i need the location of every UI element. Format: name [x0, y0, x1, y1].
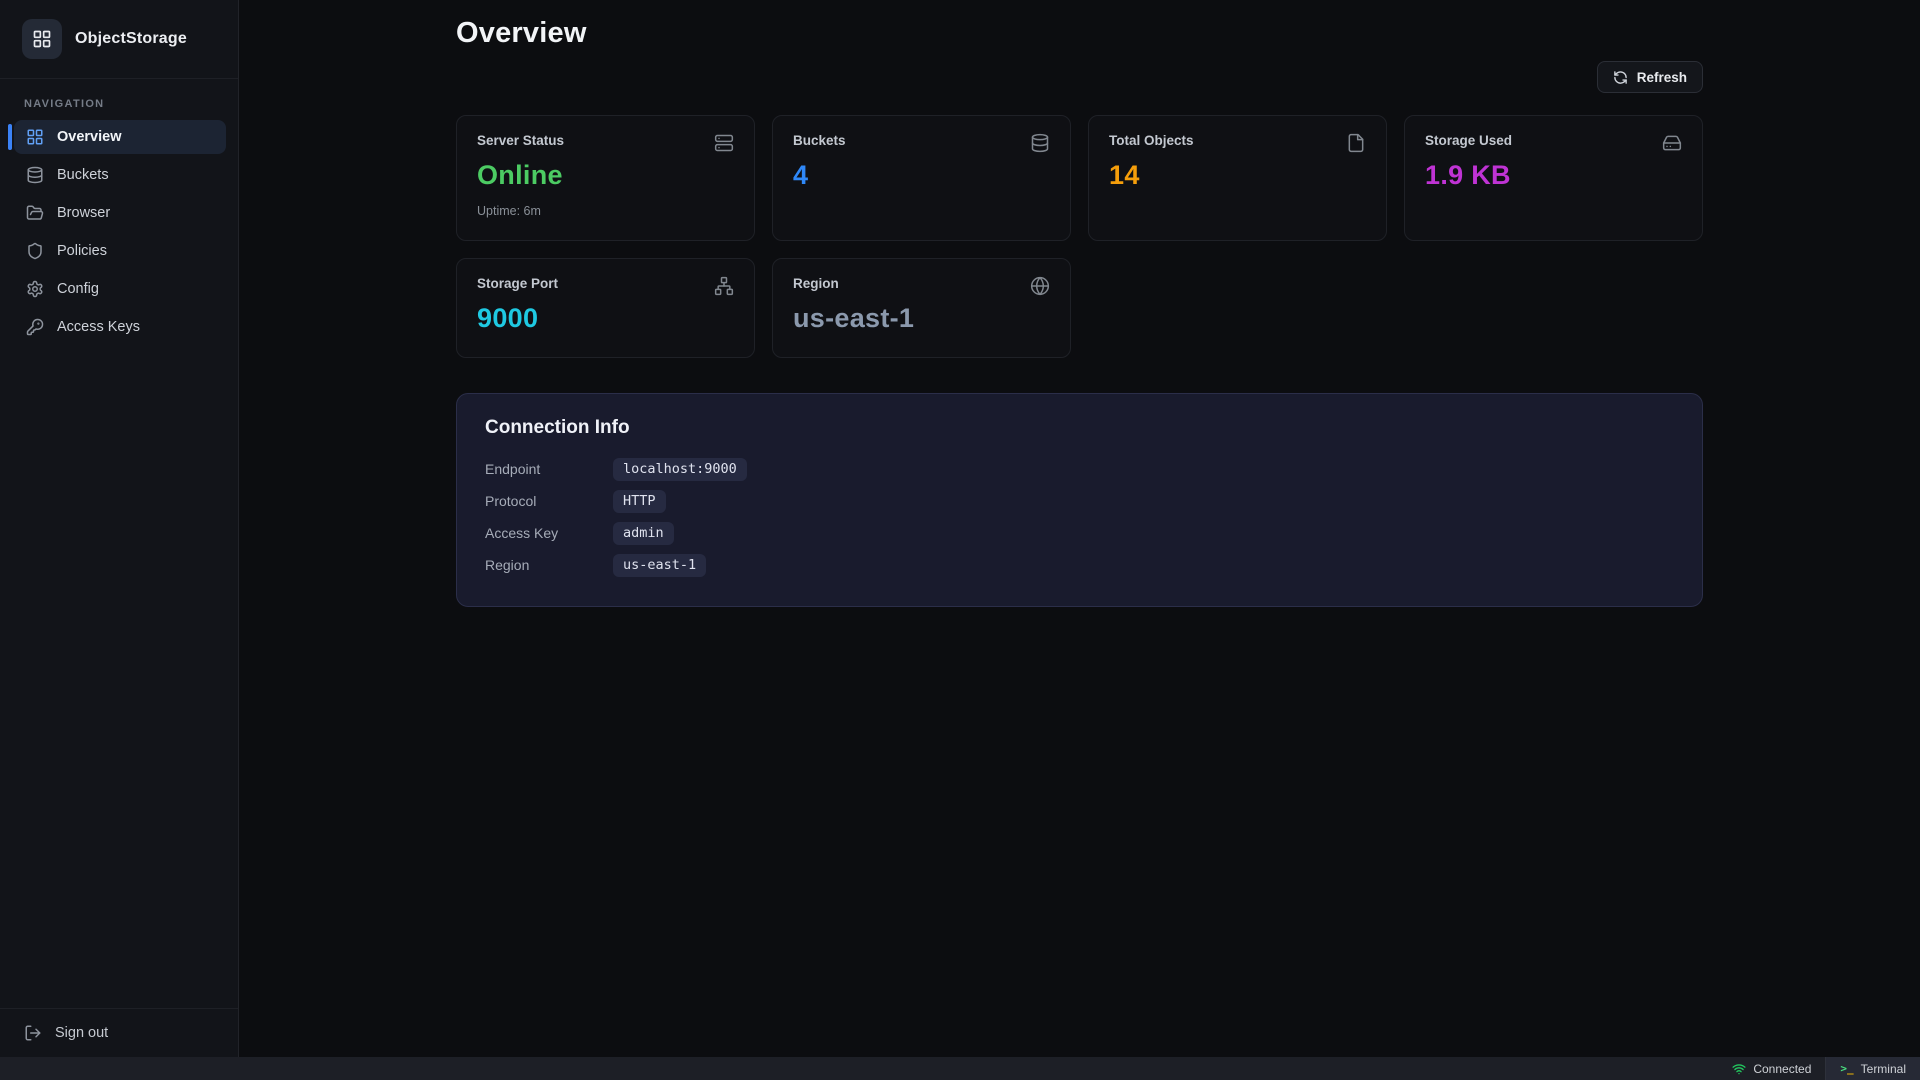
- connection-row-value: admin: [613, 522, 674, 545]
- connection-row-label: Endpoint: [485, 461, 613, 477]
- card-label: Storage Port: [477, 276, 558, 291]
- card-value: 4: [793, 160, 1050, 191]
- shield-icon: [26, 242, 44, 260]
- sidebar-item-overview[interactable]: Overview: [14, 120, 226, 154]
- card-label: Storage Used: [1425, 133, 1512, 148]
- card-buckets: Buckets 4: [772, 115, 1071, 241]
- connection-row-label: Protocol: [485, 493, 613, 509]
- database-icon: [1030, 133, 1050, 153]
- sign-out-button[interactable]: Sign out: [0, 1008, 238, 1057]
- sidebar-item-policies[interactable]: Policies: [14, 234, 226, 268]
- connection-row-value: us-east-1: [613, 554, 706, 577]
- card-label: Region: [793, 276, 839, 291]
- file-icon: [1346, 133, 1366, 153]
- sidebar-nav: Overview Buckets Browser Policies: [0, 120, 238, 1008]
- stat-cards-grid: Server Status Online Uptime: 6m Buckets: [456, 115, 1703, 358]
- sidebar-item-label: Policies: [57, 243, 107, 259]
- grid-logo-icon: [22, 19, 62, 59]
- app-window: ObjectStorage NAVIGATION Overview Bucket…: [0, 0, 1920, 1057]
- network-icon: [714, 276, 734, 296]
- sidebar-item-label: Access Keys: [57, 319, 140, 335]
- terminal-label: Terminal: [1861, 1062, 1906, 1076]
- grid-icon: [26, 128, 44, 146]
- connection-row-label: Access Key: [485, 525, 613, 541]
- card-server-status: Server Status Online Uptime: 6m: [456, 115, 755, 241]
- card-label: Total Objects: [1109, 133, 1194, 148]
- card-storage-used: Storage Used 1.9 KB: [1404, 115, 1703, 241]
- connection-row-protocol: Protocol HTTP: [485, 488, 1674, 514]
- sign-out-label: Sign out: [55, 1025, 108, 1041]
- connection-info-title: Connection Info: [485, 417, 1674, 439]
- connection-status: Connected: [1718, 1057, 1825, 1080]
- card-subtext: Uptime: 6m: [477, 204, 734, 218]
- card-label: Server Status: [477, 133, 564, 148]
- connection-row-endpoint: Endpoint localhost:9000: [485, 456, 1674, 482]
- card-value: 1.9 KB: [1425, 160, 1682, 191]
- refresh-icon: [1613, 70, 1628, 85]
- connection-row-region: Region us-east-1: [485, 552, 1674, 578]
- card-storage-port: Storage Port 9000: [456, 258, 755, 358]
- toolbar: Refresh: [456, 61, 1703, 93]
- terminal-button[interactable]: >_ Terminal: [1826, 1057, 1920, 1080]
- sidebar-item-access-keys[interactable]: Access Keys: [14, 310, 226, 344]
- sidebar-item-browser[interactable]: Browser: [14, 196, 226, 230]
- card-label: Buckets: [793, 133, 846, 148]
- globe-icon: [1030, 276, 1050, 296]
- wifi-icon: [1732, 1062, 1746, 1076]
- key-icon: [26, 318, 44, 336]
- logout-icon: [24, 1024, 42, 1042]
- sidebar: ObjectStorage NAVIGATION Overview Bucket…: [0, 0, 239, 1057]
- connection-row-value: HTTP: [613, 490, 666, 513]
- connection-status-label: Connected: [1753, 1062, 1811, 1076]
- connection-row-value: localhost:9000: [613, 458, 747, 481]
- refresh-label: Refresh: [1637, 70, 1687, 85]
- server-icon: [714, 133, 734, 153]
- sidebar-item-label: Buckets: [57, 167, 109, 183]
- sidebar-item-label: Overview: [57, 129, 122, 145]
- nav-section-label: NAVIGATION: [24, 98, 214, 110]
- card-value: Online: [477, 160, 734, 191]
- card-value: 14: [1109, 160, 1366, 191]
- connection-row-label: Region: [485, 557, 613, 573]
- app-title: ObjectStorage: [75, 30, 187, 48]
- folder-icon: [26, 204, 44, 222]
- database-icon: [26, 166, 44, 184]
- connection-info-panel: Connection Info Endpoint localhost:9000 …: [456, 393, 1703, 607]
- main-panel: Overview Refresh Server Status: [239, 0, 1920, 1057]
- sidebar-item-label: Browser: [57, 205, 110, 221]
- refresh-button[interactable]: Refresh: [1597, 61, 1703, 93]
- status-bar: Connected >_ Terminal: [0, 1057, 1920, 1080]
- connection-row-access-key: Access Key admin: [485, 520, 1674, 546]
- app-logo: ObjectStorage: [0, 0, 238, 79]
- card-total-objects: Total Objects 14: [1088, 115, 1387, 241]
- card-region: Region us-east-1: [772, 258, 1071, 358]
- sidebar-item-label: Config: [57, 281, 99, 297]
- sidebar-item-config[interactable]: Config: [14, 272, 226, 306]
- gear-icon: [26, 280, 44, 298]
- card-value: us-east-1: [793, 303, 1050, 334]
- terminal-prompt-icon: >_: [1840, 1062, 1853, 1075]
- page-title: Overview: [456, 17, 1703, 50]
- card-value: 9000: [477, 303, 734, 334]
- harddrive-icon: [1662, 133, 1682, 153]
- sidebar-item-buckets[interactable]: Buckets: [14, 158, 226, 192]
